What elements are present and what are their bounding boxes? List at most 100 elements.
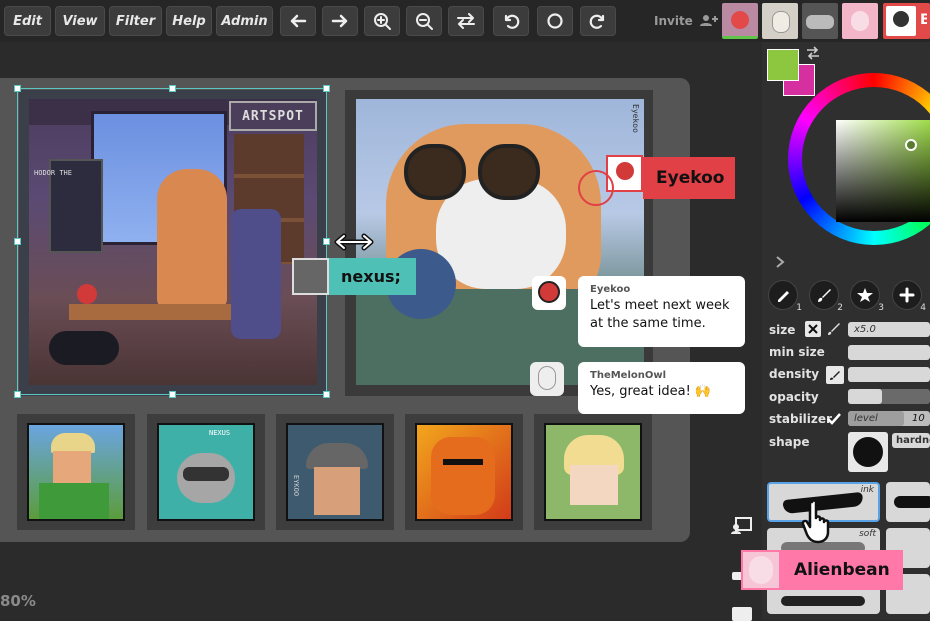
add-user-icon [700,15,719,26]
stamp-icon [857,288,873,302]
current-user-menu[interactable]: E [883,3,930,39]
opacity-label: opacity [769,390,819,404]
collaborator-avatar-1[interactable] [722,3,758,39]
arrow-left-icon [290,14,307,28]
opacity-slider-fill [848,389,882,404]
hardness-label: hardness [896,435,930,446]
collaborator-avatar-4[interactable] [842,3,878,39]
zoom-in-button[interactable] [364,6,400,36]
resize-handle-tc[interactable] [169,85,176,92]
zoom-level[interactable]: 80% [0,592,36,610]
shape-label: shape [769,435,810,449]
shape-preview[interactable] [848,432,888,472]
artist-signature: Eyekoo [631,104,640,133]
arrow-right-button[interactable] [322,6,358,36]
brush-tool-number: 3 [878,303,884,313]
hardness-slider[interactable]: hardness [892,433,930,448]
brush-pressure-icon [830,371,840,380]
menu-view[interactable]: View [55,6,105,36]
collaborator-avatar-2[interactable] [762,3,798,39]
resize-handle-ml[interactable] [14,238,21,245]
expand-panel-chevron-icon[interactable] [775,255,785,273]
circle-button[interactable] [537,6,573,36]
density-slider[interactable] [848,367,930,382]
avatar-figure [731,11,749,29]
zoom-out-button[interactable] [406,6,442,36]
resize-handle-tl[interactable] [14,85,21,92]
pointer-hand-icon [801,499,830,544]
chat-avatar-eyekoo [532,276,566,310]
color-picker-handle[interactable] [905,139,917,151]
thumbnail-3[interactable]: EYKOO [276,414,394,530]
stabilizer-label: stabilizer [769,412,832,426]
brush-tool-number: 2 [837,303,843,313]
layer-tool-icon[interactable] [732,607,752,621]
resize-handle-mr[interactable] [323,238,330,245]
round-brush-icon [853,437,883,467]
presentation-icon[interactable] [731,517,753,535]
brush-tool-4[interactable]: 4 [892,280,926,313]
invite-button[interactable]: Invite [654,14,719,28]
saturation-square[interactable] [836,120,930,222]
redo-icon [589,14,605,29]
thumbnail-1[interactable] [17,414,135,530]
brush-tool-number: 1 [796,303,802,313]
arrow-left-button[interactable] [280,6,316,36]
thumbnail-5[interactable] [534,414,652,530]
swap-colors-icon[interactable] [805,46,821,60]
chat-text: Let's meet next week at the same time. [590,298,730,331]
thumbnail-art: NEXUS [157,423,255,521]
resize-handle-bc[interactable] [169,391,176,398]
collaborator-avatar-3[interactable] [802,3,838,39]
thumbnail-4[interactable] [405,414,523,530]
swap-icon [457,13,475,29]
chat-author: Eyekoo [590,284,631,295]
brush-icon [818,289,831,302]
swap-button[interactable] [448,6,484,36]
brush-pressure-icon [828,323,840,335]
opacity-slider[interactable] [848,389,930,404]
chat-author: TheMelonOwl [590,370,667,381]
menu-help[interactable]: Help [166,6,212,36]
brush-tool-2[interactable]: 2 [809,280,843,313]
menu-admin[interactable]: Admin [216,6,273,36]
resize-handle-bl[interactable] [14,391,21,398]
nexus-tag-label: nexus; [329,258,416,295]
stabilizer-value: 10 [912,413,925,424]
undo-button[interactable] [493,6,529,36]
menu-filter[interactable]: Filter [109,6,162,36]
min-size-slider[interactable] [848,345,930,360]
alienbean-tag-label: Alienbean [781,550,903,590]
pencil-icon [778,291,789,302]
circle-icon [547,13,563,29]
brush-preset-2[interactable] [886,482,930,522]
avatar-figure [851,11,869,31]
density-pen-pressure[interactable] [826,366,844,384]
invite-label: Invite [654,14,693,28]
chat-message-1: Eyekoo Let's meet next week at the same … [578,276,745,347]
brush-tool-1[interactable]: 1 [768,280,802,313]
top-toolbar: Edit View Filter Help Admin Invite E [0,0,930,42]
menu-edit[interactable]: Edit [4,6,51,36]
size-slider[interactable]: x5.0 [848,322,930,337]
redo-button[interactable] [580,6,616,36]
density-label: density [769,367,820,381]
thumbnail-art [27,423,125,521]
selection-box[interactable] [17,88,327,395]
brush-tool-3[interactable]: 3 [850,280,884,313]
preset-label: soft [859,529,876,539]
resize-cursor-icon [334,233,374,251]
chat-text: Yes, great idea! 🙌 [590,384,712,399]
user-tag-eyekoo: Eyekoo [606,148,735,199]
stabilizer-slider[interactable]: level 10 [848,411,930,426]
size-toggle[interactable] [805,321,821,337]
thumbnail-2[interactable]: NEXUS [147,414,265,530]
resize-handle-br[interactable] [323,391,330,398]
primary-color-swatch[interactable] [767,49,799,81]
size-value: x5.0 [854,324,876,335]
plus-icon [899,287,915,303]
size-pen-pressure[interactable] [826,321,842,337]
avatar-figure [806,15,834,29]
resize-handle-tr[interactable] [323,85,330,92]
stabilizer-checkbox[interactable] [826,411,844,429]
